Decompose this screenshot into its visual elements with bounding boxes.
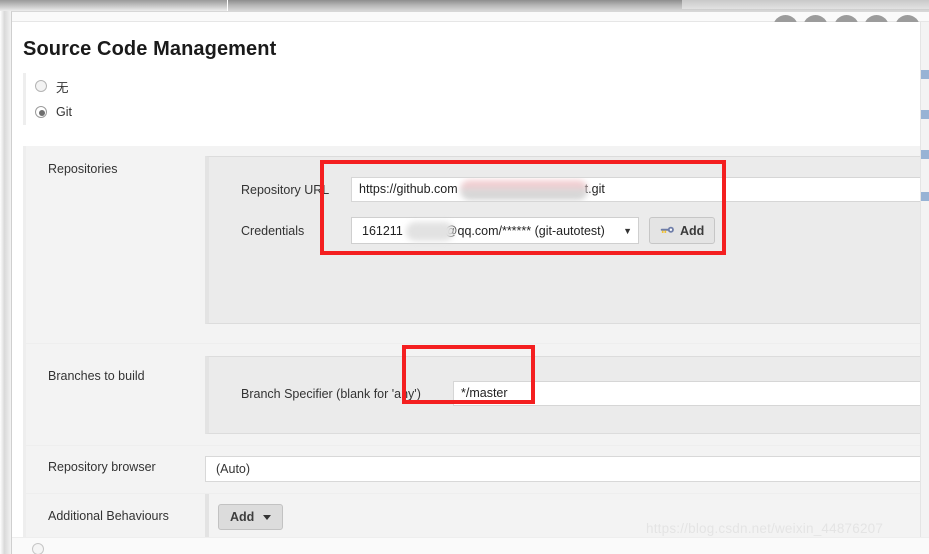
branches-label: Branches to build xyxy=(26,344,205,445)
redacted-blur-overlay xyxy=(460,180,588,200)
chevron-down-icon[interactable]: ▼ xyxy=(613,226,632,236)
credentials-value-suffix: @qq.com/****** (git-autotest) xyxy=(444,223,605,238)
caret-down-icon xyxy=(263,514,272,520)
branch-specifier-row: Branch Specifier (blank for 'any') */mas… xyxy=(209,375,929,412)
help-icon[interactable] xyxy=(921,110,929,119)
page-body: Source Code Management 无 Git Repositorie… xyxy=(12,22,929,554)
repositories-label: Repositories xyxy=(26,146,205,343)
scm-form: Repositories Repository URL https://gith… xyxy=(23,146,929,544)
repository-url-input[interactable]: https://github.com t.git xyxy=(351,177,929,202)
help-icon[interactable] xyxy=(921,192,929,201)
window-left-shadow xyxy=(0,11,11,554)
window-chrome-tab[interactable] xyxy=(0,0,228,11)
credentials-value-prefix: 161211 xyxy=(362,223,403,238)
scm-option-git-label: Git xyxy=(56,105,72,119)
screenshot-root: Source Code Management 无 Git Repositorie… xyxy=(0,0,929,554)
radio-git[interactable] xyxy=(35,106,47,118)
radio-next-section[interactable] xyxy=(32,543,44,554)
scm-option-none-label: 无 xyxy=(56,80,69,95)
scm-option-none[interactable]: 无 xyxy=(35,73,523,99)
page-title: Source Code Management xyxy=(23,38,277,60)
branch-panel: Branch Specifier (blank for 'any') */mas… xyxy=(205,356,929,434)
repository-browser-label: Repository browser xyxy=(26,446,205,493)
add-behaviour-button[interactable]: Add xyxy=(218,504,284,530)
credentials-row: Credentials 161211 @qq.com/****** (git-au… xyxy=(209,212,929,249)
row-repositories: Repositories Repository URL https://gith… xyxy=(26,146,929,344)
help-icon[interactable] xyxy=(921,150,929,159)
branch-specifier-label: Branch Specifier (blank for 'any') xyxy=(241,386,421,401)
row-branches: Branches to build Branch Specifier (blan… xyxy=(26,344,929,446)
repository-browser-value: (Auto) xyxy=(216,462,251,476)
page-bottom-edge xyxy=(12,537,929,554)
credentials-label: Credentials xyxy=(241,223,305,238)
add-credentials-button[interactable]: Add xyxy=(649,217,716,244)
row-repository-browser: Repository browser (Auto) xyxy=(26,446,929,494)
branches-body: Branch Specifier (blank for 'any') */mas… xyxy=(205,344,929,445)
watermark: https://blog.csdn.net/weixin_44876207 xyxy=(646,521,884,536)
branch-specifier-input[interactable]: */master xyxy=(453,381,929,406)
credentials-blur-overlay xyxy=(406,222,454,241)
help-icon-column xyxy=(920,22,929,554)
help-icon[interactable] xyxy=(921,70,929,79)
branch-specifier-value: */master xyxy=(461,386,508,400)
radio-none[interactable] xyxy=(35,80,47,92)
key-icon xyxy=(660,225,675,236)
credentials-select[interactable]: 161211 @qq.com/****** (git-autotest) ▼ xyxy=(351,217,639,244)
add-behaviour-label: Add xyxy=(230,510,255,524)
add-credentials-label: Add xyxy=(680,223,705,238)
repository-browser-body: (Auto) xyxy=(205,446,929,493)
repositories-body: Repository URL https://github.com t.git C… xyxy=(205,146,929,343)
repository-url-value-prefix: https://github.com xyxy=(359,182,458,196)
app-window: Source Code Management 无 Git Repositorie… xyxy=(11,11,929,554)
repository-browser-select[interactable]: (Auto) xyxy=(205,456,929,482)
scm-radio-group: 无 Git xyxy=(23,73,523,125)
repository-url-label: Repository URL xyxy=(241,182,330,197)
scm-option-git[interactable]: Git xyxy=(35,99,523,125)
repository-url-row: Repository URL https://github.com t.git xyxy=(209,171,929,208)
window-chrome-right xyxy=(682,0,929,9)
repository-panel: Repository URL https://github.com t.git C… xyxy=(205,156,929,324)
